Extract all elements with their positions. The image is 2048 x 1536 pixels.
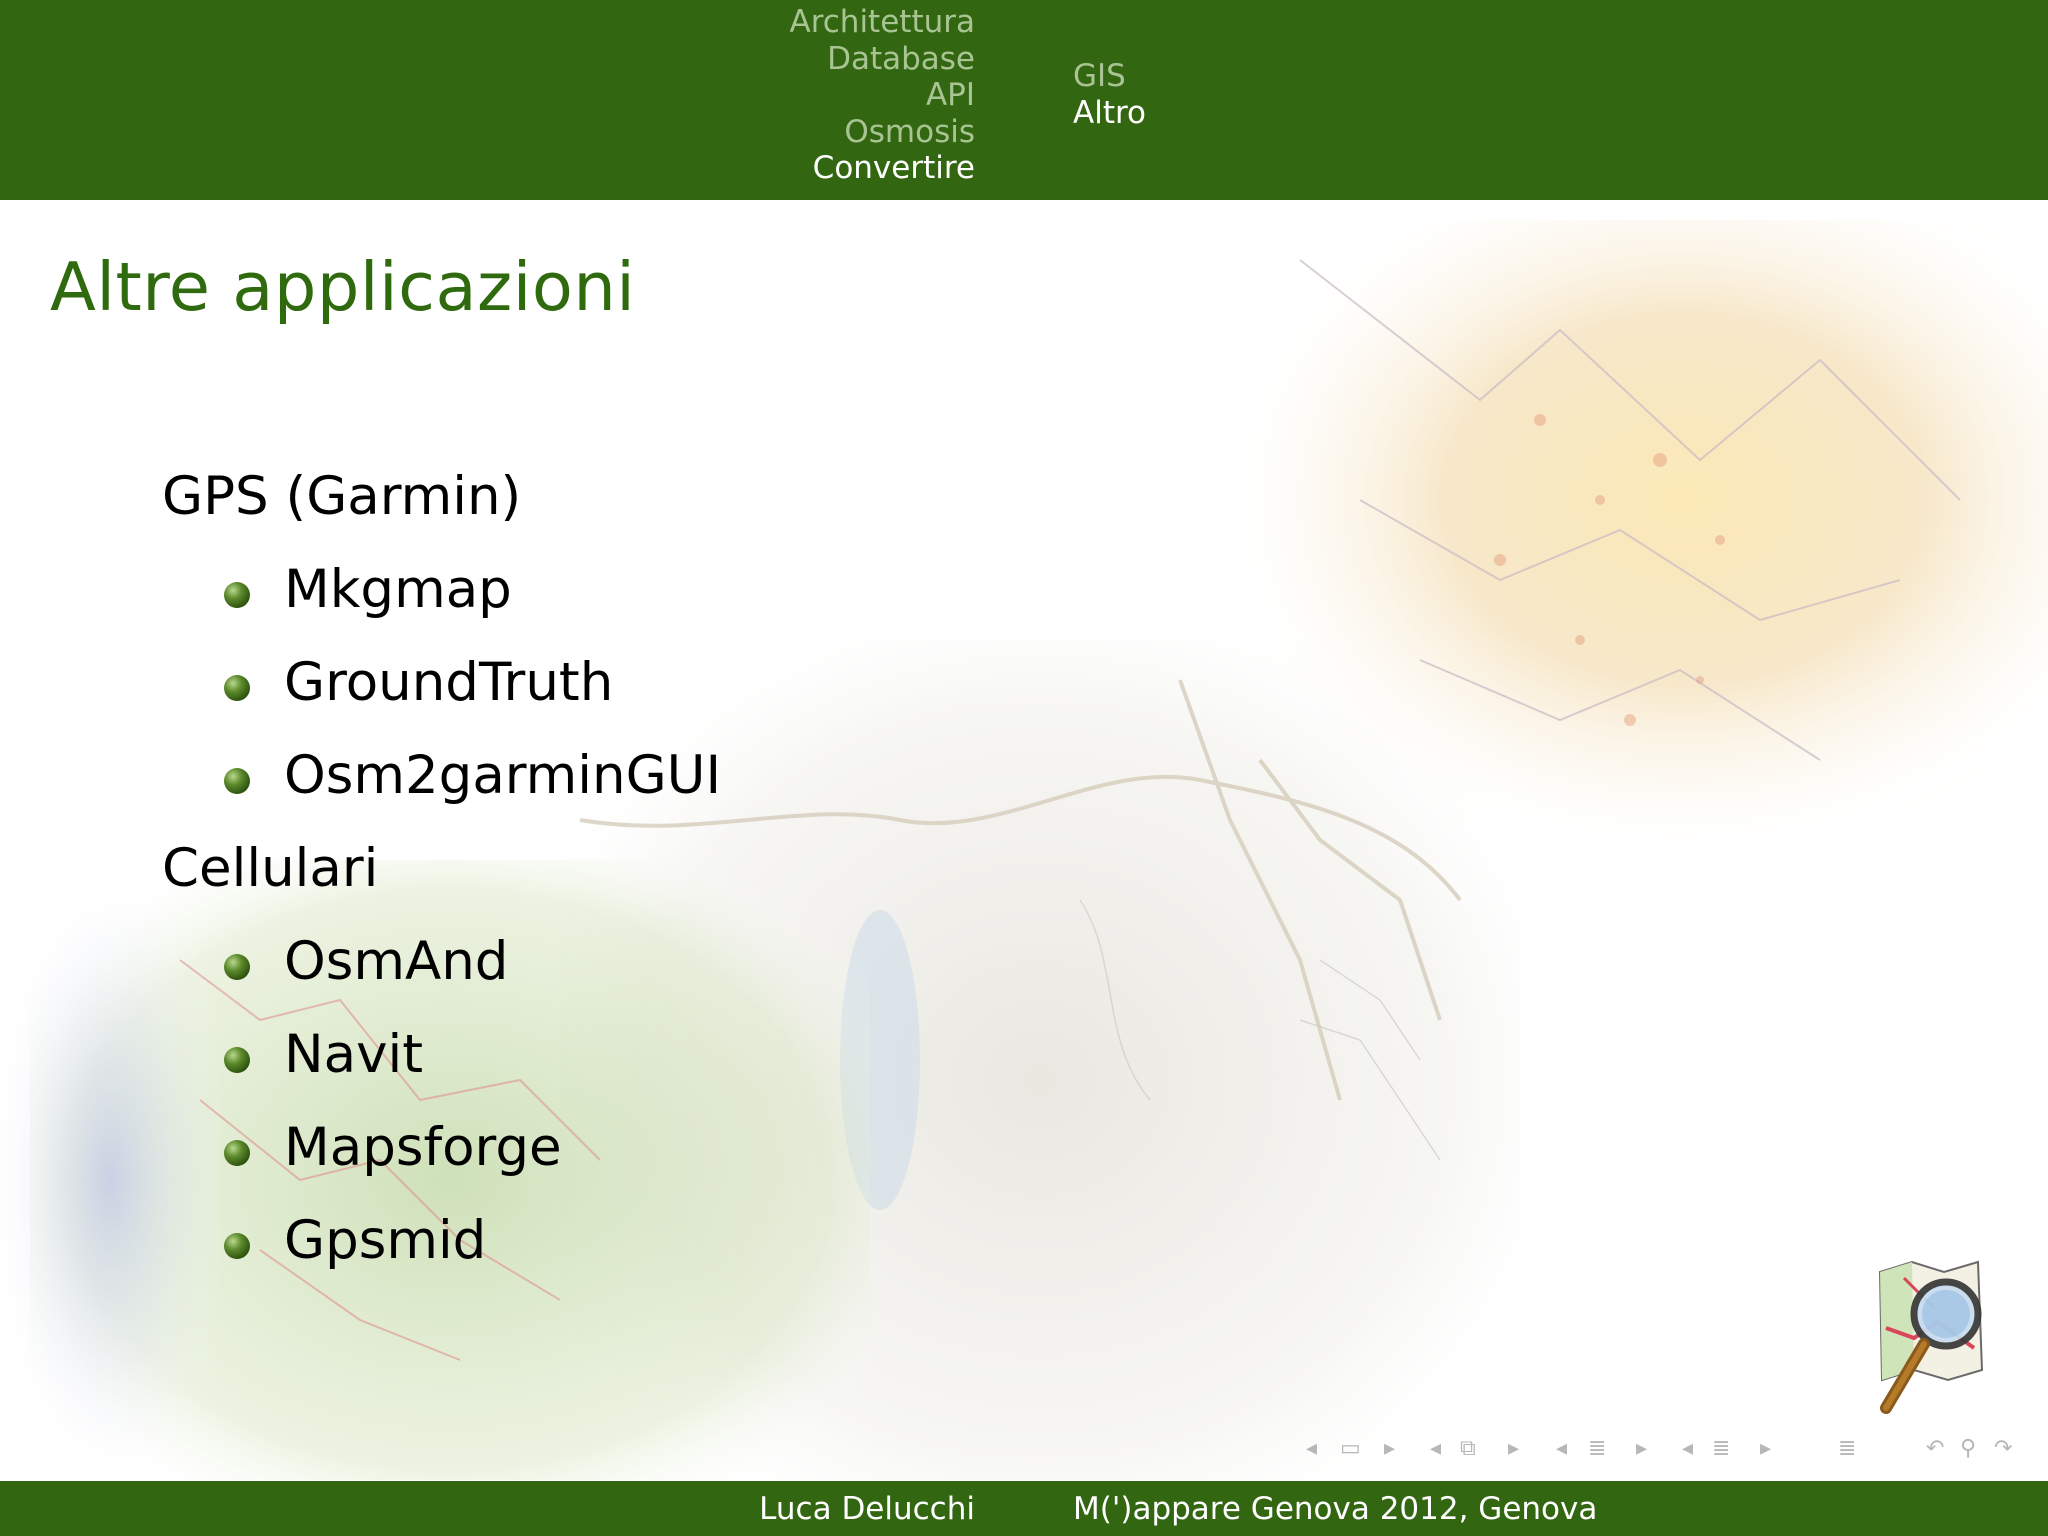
toc-icon[interactable]: ≣ (1712, 1436, 1730, 1464)
prev-section-icon[interactable]: ◂ (1556, 1436, 1567, 1464)
header-navigation-bar: Architettura Database API Osmosis Conver… (0, 0, 2048, 200)
nav-section-architettura[interactable]: Architettura (789, 4, 975, 41)
bullet-icon (224, 1140, 250, 1166)
list-item-mapsforge: Mapsforge (284, 1117, 562, 1178)
list-item-navit: Navit (284, 1024, 423, 1085)
subsection-icon[interactable]: ⧉ (1460, 1436, 1476, 1464)
section-list-right: GIS Altro (1073, 58, 1146, 131)
back-icon[interactable]: ↶ (1926, 1436, 1944, 1464)
frame-icon[interactable]: ▭ (1340, 1436, 1361, 1464)
search-icon[interactable]: ⚲ (1960, 1436, 1976, 1464)
footer-event: M(')appare Genova 2012, Genova (1073, 1491, 1598, 1527)
section-icon[interactable]: ≣ (1588, 1436, 1606, 1464)
forward-icon[interactable]: ↷ (1994, 1436, 2012, 1464)
list-item-groundtruth: GroundTruth (284, 652, 614, 713)
openstreetmap-logo (1878, 1260, 1984, 1414)
next-section-icon[interactable]: ▸ (1636, 1436, 1647, 1464)
next-frame-icon[interactable]: ▸ (1384, 1436, 1395, 1464)
list-item-gpsmid: Gpsmid (284, 1210, 487, 1271)
slide-title: Altre applicazioni (50, 248, 636, 326)
nav-section-database[interactable]: Database (789, 41, 975, 78)
next-subsection-icon[interactable]: ▸ (1508, 1436, 1519, 1464)
bullet-icon (224, 582, 250, 608)
nav-section-osmosis[interactable]: Osmosis (789, 114, 975, 151)
bullet-icon (224, 1047, 250, 1073)
document-icon[interactable]: ≣ (1838, 1436, 1856, 1464)
prev-subsection-icon[interactable]: ◂ (1430, 1436, 1441, 1464)
bullet-icon (224, 675, 250, 701)
nav-section-gis[interactable]: GIS (1073, 58, 1146, 95)
footer-bar: Luca Delucchi M(')appare Genova 2012, Ge… (0, 1481, 2048, 1536)
nav-section-altro[interactable]: Altro (1073, 95, 1146, 132)
prev-toc-icon[interactable]: ◂ (1682, 1436, 1693, 1464)
bullet-icon (224, 768, 250, 794)
next-toc-icon[interactable]: ▸ (1760, 1436, 1771, 1464)
list-item-osm2garmingui: Osm2garminGUI (284, 745, 722, 806)
footer-author: Luca Delucchi (759, 1491, 975, 1527)
bullet-icon (224, 954, 250, 980)
list-item-mkgmap: Mkgmap (284, 559, 512, 620)
nav-section-convertire[interactable]: Convertire (789, 150, 975, 187)
bullet-icon (224, 1233, 250, 1259)
section-list-left: Architettura Database API Osmosis Conver… (789, 4, 975, 187)
list-heading-cellulari: Cellulari (162, 838, 379, 899)
first-frame-icon[interactable]: ◂ (1306, 1436, 1317, 1464)
list-heading-gps: GPS (Garmin) (162, 466, 522, 527)
list-item-osmand: OsmAnd (284, 931, 509, 992)
nav-section-api[interactable]: API (789, 77, 975, 114)
